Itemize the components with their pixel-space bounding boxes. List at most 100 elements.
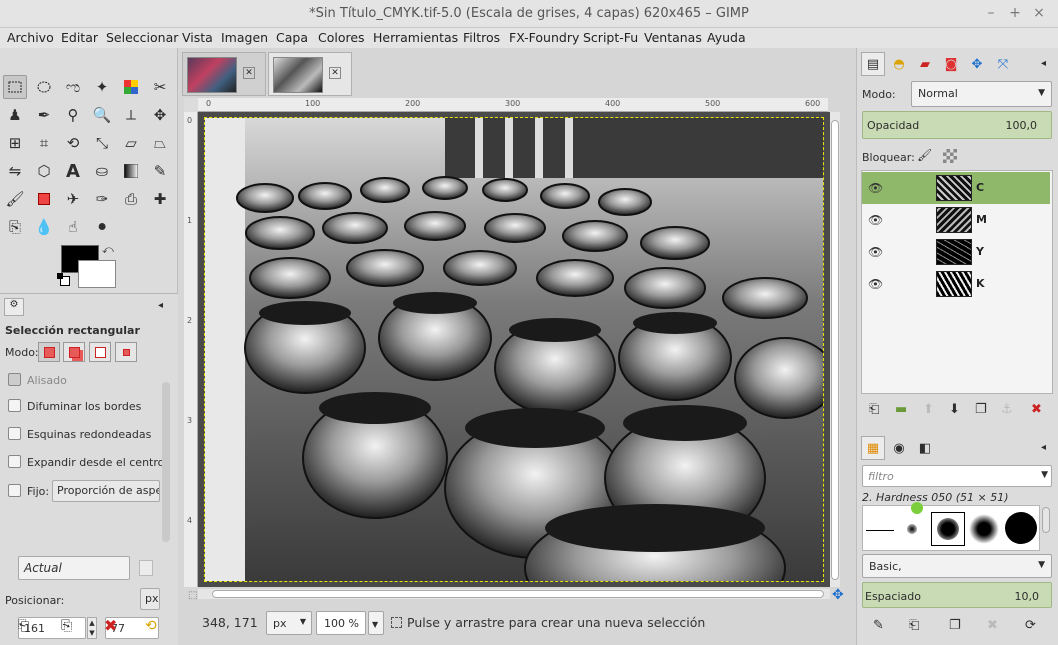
mode-subtract-button[interactable] [89, 342, 111, 362]
brush-item[interactable] [969, 514, 999, 544]
vertical-ruler[interactable]: 0 1 2 3 4 [184, 112, 198, 587]
scissors-icon[interactable]: ✂ [148, 75, 172, 99]
layers-tab-icon[interactable]: ▤ [861, 52, 885, 76]
fixed-mode-dropdown[interactable]: Proporción de aspect [52, 480, 160, 502]
image-tab-2[interactable]: ✕ [268, 52, 352, 96]
brush-item-selected[interactable] [931, 512, 965, 546]
spacing-slider[interactable]: Espaciado 10,0 [862, 582, 1052, 608]
select-by-color-icon[interactable] [119, 75, 143, 99]
minimize-button[interactable]: – [982, 4, 1000, 22]
clone-icon[interactable]: ⎙ [119, 187, 143, 211]
menu-filtros[interactable]: Filtros [463, 30, 500, 45]
layer-row-y[interactable]: 👁 Y [862, 236, 1050, 268]
flip-icon[interactable]: ⇋ [3, 159, 27, 183]
rounded-checkbox[interactable] [8, 427, 21, 440]
duplicate-brush-icon[interactable]: ❐ [949, 618, 961, 633]
anchor-layer-icon[interactable]: ⚓ [1001, 402, 1013, 417]
raise-layer-icon[interactable]: ⬆ [923, 402, 934, 417]
close-tab-icon[interactable]: ✕ [329, 67, 341, 79]
menu-seleccionar[interactable]: Seleccionar [106, 30, 178, 45]
airbrush-icon[interactable]: ✈ [61, 187, 85, 211]
restore-tool-options-icon[interactable]: ⎘ [61, 618, 72, 634]
save-tool-options-icon[interactable]: ⎗ [18, 618, 29, 634]
mode-add-button[interactable] [63, 342, 85, 362]
tool-options-scrollbar[interactable] [162, 382, 170, 542]
shear-icon[interactable]: ▱ [119, 131, 143, 155]
menu-vista[interactable]: Vista [182, 30, 213, 45]
default-colors-icon[interactable] [57, 273, 70, 286]
antialias-checkbox[interactable] [8, 373, 21, 386]
opacity-slider[interactable]: Opacidad 100,0 [862, 111, 1052, 139]
zoom-dropdown[interactable]: ▼ [368, 611, 384, 635]
menu-imagen[interactable]: Imagen [221, 30, 268, 45]
menu-herramientas[interactable]: Herramientas [373, 30, 458, 45]
expand-checkbox[interactable] [8, 455, 21, 468]
feather-checkbox[interactable] [8, 399, 21, 412]
menu-fx-foundry[interactable]: FX-Foundry [509, 30, 579, 45]
duplicate-layer-icon[interactable]: ❐ [975, 402, 987, 417]
lock-pixels-icon[interactable]: 🖌 [917, 148, 932, 162]
refresh-brushes-icon[interactable]: ⟳ [1025, 618, 1036, 633]
background-color[interactable] [78, 260, 116, 288]
mode-intersect-button[interactable] [115, 342, 137, 362]
brush-item[interactable] [907, 524, 917, 534]
transform-tab-icon[interactable]: ⤧ [991, 52, 1015, 76]
rotate-icon[interactable]: ⟲ [61, 131, 85, 155]
vertical-scrollbar[interactable] [830, 112, 840, 587]
bucket-fill-icon[interactable]: ⛀ [90, 159, 114, 183]
eraser-icon[interactable] [32, 187, 56, 211]
tool-options-tab-icon[interactable]: ⚙ [4, 298, 24, 316]
foreground-select-icon[interactable]: ♟ [3, 103, 27, 127]
swap-colors-icon[interactable]: ⤺ [102, 243, 114, 257]
cage-transform-icon[interactable]: ⬡ [32, 159, 56, 183]
perspective-icon[interactable]: ⏢ [148, 131, 172, 155]
menu-colores[interactable]: Colores [318, 30, 365, 45]
brush-filter-input[interactable]: filtro [862, 465, 1052, 487]
actual-input[interactable]: Actual [18, 556, 130, 580]
brush-item[interactable] [911, 502, 923, 514]
layer-row-c[interactable]: 👁 C [862, 172, 1050, 204]
paths-tab-icon[interactable]: ▰ [913, 52, 937, 76]
visibility-eye-icon[interactable]: 👁 [868, 213, 883, 227]
reset-tool-options-icon[interactable]: ⟲ [145, 618, 157, 634]
pencil-icon[interactable]: ✎ [148, 159, 172, 183]
visibility-eye-icon[interactable]: 👁 [868, 245, 883, 259]
menu-ayuda[interactable]: Ayuda [707, 30, 746, 45]
horizontal-scroll-thumb[interactable] [212, 590, 824, 598]
dodge-burn-icon[interactable]: ⚫ [90, 215, 114, 239]
edit-brush-icon[interactable]: ✎ [873, 618, 884, 633]
brush-item[interactable] [866, 530, 894, 531]
brush-item[interactable] [1005, 512, 1037, 544]
unit-dropdown[interactable]: px ▼ [266, 611, 312, 635]
align-icon[interactable]: ⊞ [3, 131, 27, 155]
undo-tab-icon[interactable]: ◙ [939, 52, 963, 76]
menu-script-fu[interactable]: Script-Fu [583, 30, 638, 45]
paths-icon[interactable]: ✒ [32, 103, 56, 127]
ellipse-select-icon[interactable] [32, 75, 56, 99]
color-picker-icon[interactable]: ⚲ [61, 103, 85, 127]
new-layer-group-icon[interactable]: ▬ [895, 402, 907, 417]
new-brush-icon[interactable]: ⎗ [909, 618, 919, 633]
visibility-eye-icon[interactable]: 👁 [868, 181, 883, 195]
dock-menu-icon[interactable]: ◂ [1041, 58, 1046, 69]
scale-icon[interactable]: ⤡ [90, 131, 114, 155]
patterns-tab-icon[interactable]: ▦ [861, 436, 885, 460]
gradients-tab-icon[interactable]: ◧ [913, 436, 937, 460]
mode-replace-button[interactable] [38, 342, 60, 362]
brush-preset-dropdown[interactable]: Basic, ▼ [862, 554, 1052, 578]
menu-editar[interactable]: Editar [61, 30, 98, 45]
pointer-tab-icon[interactable]: ✥ [965, 52, 989, 76]
ink-icon[interactable]: ✑ [90, 187, 114, 211]
navigate-icon[interactable]: ✥ [832, 587, 844, 603]
visibility-eye-icon[interactable]: 👁 [868, 277, 883, 291]
menu-ventanas[interactable]: Ventanas [644, 30, 702, 45]
paintbrush-icon[interactable]: 🖌 [3, 187, 27, 211]
brushes-tab-icon[interactable]: ◉ [887, 436, 911, 460]
menu-archivo[interactable]: Archivo [7, 30, 54, 45]
measure-icon[interactable]: ⟂ [119, 103, 143, 127]
zoom-icon[interactable]: 🔍 [90, 103, 114, 127]
delete-layer-icon[interactable]: ✖ [1031, 402, 1042, 417]
close-button[interactable]: × [1030, 4, 1048, 22]
blur-icon[interactable]: 💧 [32, 215, 56, 239]
horizontal-ruler[interactable]: 0 100 200 300 400 500 600 [198, 98, 828, 112]
